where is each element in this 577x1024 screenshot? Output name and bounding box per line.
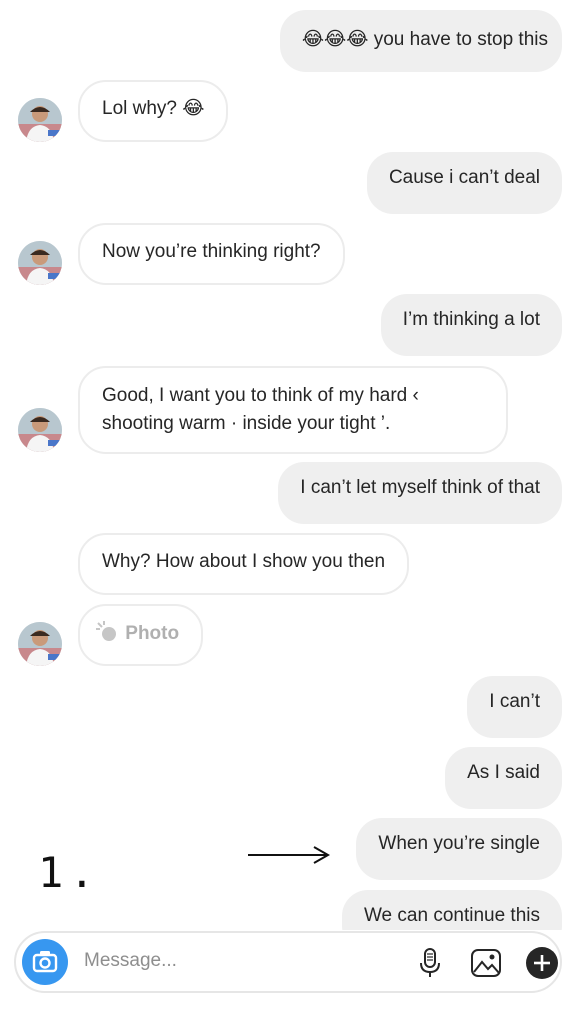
message-text: I’m thinking a lot — [402, 309, 540, 330]
plus-icon[interactable] — [524, 945, 560, 981]
message-outgoing: We can continue this — [341, 890, 562, 930]
message-text: I can’t — [489, 691, 540, 712]
message-text: Now you’re thinking right? — [102, 241, 321, 262]
microphone-icon[interactable] — [412, 945, 448, 981]
message-outgoing: I’m thinking a lot — [380, 294, 562, 356]
message-incoming: Why? How about I show you then — [78, 533, 410, 595]
message-text: When you’re single — [378, 833, 540, 854]
message-incoming: Now you’re thinking right? — [78, 223, 345, 285]
message-outgoing: When you’re single — [356, 818, 562, 880]
message-outgoing: Cause i can’t deal — [366, 152, 562, 214]
avatar[interactable] — [18, 408, 62, 452]
message-line: Good, I want you to think of my hard ‹ — [102, 385, 419, 406]
message-line: shooting warm · inside your tight ’. — [102, 413, 391, 434]
annotation-number: 1. — [38, 848, 101, 897]
gallery-icon[interactable] — [468, 945, 504, 981]
photo-tap-icon — [96, 621, 116, 641]
message-text: Why? How about I show you then — [102, 551, 386, 572]
message-outgoing: I can’t let myself think of that — [278, 462, 562, 524]
photo-message-button[interactable]: Photo — [78, 604, 204, 666]
message-outgoing: As I said — [445, 747, 562, 809]
message-incoming: Good, I want you to think of my hard ‹ s… — [78, 366, 508, 454]
message-incoming: Lol why? 😂 — [78, 80, 229, 142]
arrow-annotation — [248, 846, 331, 864]
message-text: We can continue this — [363, 905, 540, 926]
message-text: I can’t let myself think of that — [300, 477, 540, 498]
message-outgoing: 😂😂😂 you have to stop this — [279, 10, 562, 72]
avatar[interactable] — [18, 98, 62, 142]
message-input[interactable]: Message... — [84, 950, 177, 972]
photo-label: Photo — [125, 623, 180, 644]
message-thread[interactable]: 😂😂😂 you have to stop this Lol why? 😂 Cau… — [14, 0, 562, 930]
message-outgoing: I can’t — [467, 676, 562, 738]
avatar[interactable] — [18, 622, 62, 666]
message-text: Cause i can’t deal — [388, 167, 540, 188]
avatar[interactable] — [18, 241, 62, 285]
message-text: you have to stop this — [373, 29, 548, 50]
message-composer: Message... — [14, 931, 562, 993]
laughing-emoji-icon: 😂 — [182, 98, 205, 119]
laughing-emoji-icon: 😂😂😂 — [301, 29, 369, 50]
message-text: Lol why? — [102, 98, 183, 119]
camera-button[interactable] — [22, 939, 68, 985]
camera-icon — [32, 951, 58, 973]
message-text: As I said — [467, 762, 540, 783]
